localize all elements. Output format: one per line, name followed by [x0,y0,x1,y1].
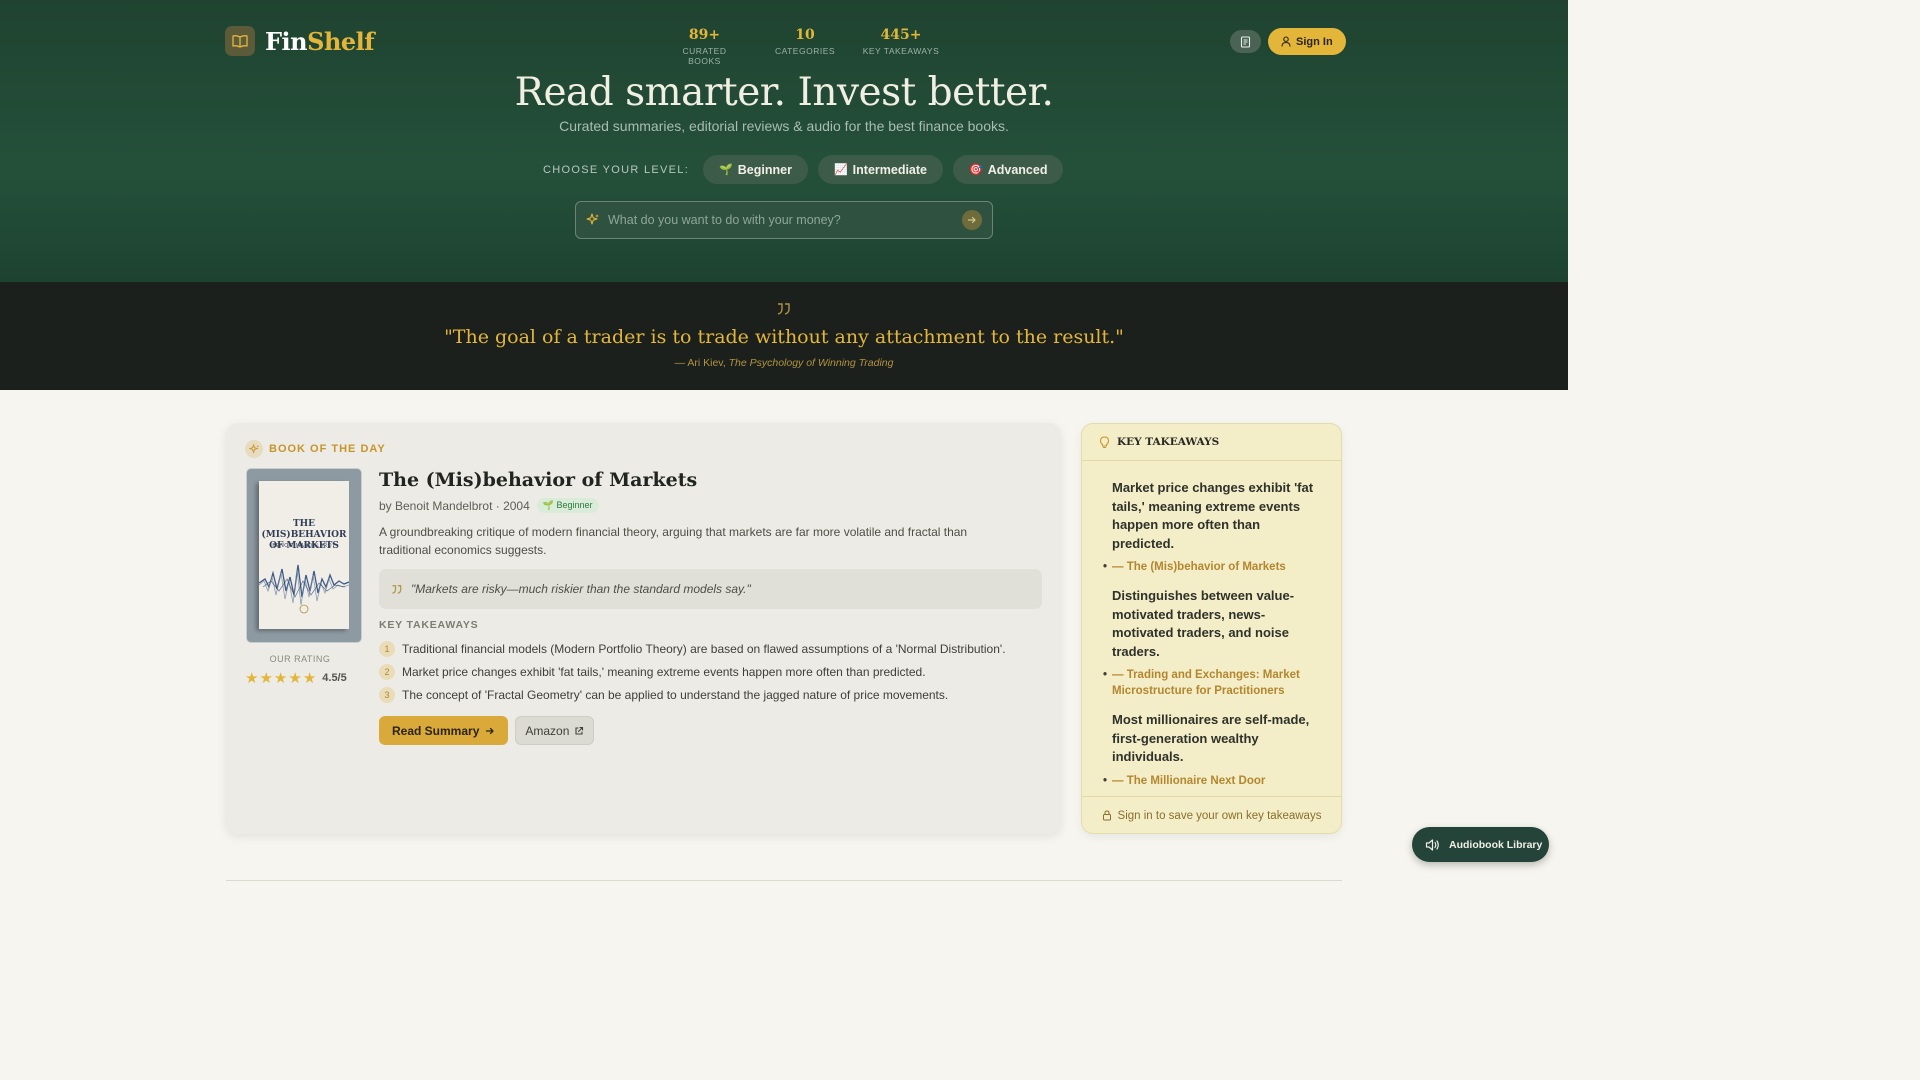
quote-text: "The goal of a trader is to trade withou… [444,326,1124,348]
stats-bar: 89+ CURATED BOOKS 10 CATEGORIES 445+ KEY… [666,27,943,66]
list-item: 1 Traditional financial models (Modern Po… [379,637,1006,660]
level-selector: CHOOSE YOUR LEVEL: 🌱 Beginner 📈 Intermedia… [543,155,1073,184]
level-label: CHOOSE YOUR LEVEL: [543,163,690,176]
book-quote-text: "Markets are risky—much riskier than the… [411,582,751,596]
book-meta: by Benoit Mandelbrot · 2004 🌱 Beginner [379,498,599,513]
star-rating: ★ ★ ★ ★ ★ 4.5/5 [245,669,347,687]
quote-attribution: — Ari Kiev, The Psychology of Winning Tr… [674,357,894,369]
notes-button[interactable] [1230,30,1261,53]
external-link-icon [575,726,584,735]
read-summary-button[interactable]: Read Summary [379,716,509,745]
chart-up-icon: 📈 [833,164,848,176]
target-icon: 🎯 [969,164,983,176]
level-beginner-button[interactable]: 🌱 Beginner [703,155,808,184]
lightbulb-icon [1099,435,1110,448]
audiobook-label: Audiobook Library [1449,838,1543,851]
section-divider [226,880,1342,881]
book-of-the-day-card: BOOK OF THE DAY THE (MIS)BEHAVIOR OF MAR… [226,423,1061,834]
arrow-right-icon [967,216,976,224]
list-item: 2 Market price changes exhibit 'fat tails… [379,660,1006,683]
level-advanced-button[interactable]: 🎯 Advanced [953,155,1064,184]
list-item: 3 The concept of 'Fractal Geometry' can b… [379,683,1006,706]
hero-section: FinShelf 89+ CURATED BOOKS 10 CATEGORIES… [0,0,1568,282]
logo[interactable]: FinShelf [225,26,375,56]
section-label: BOOK OF THE DAY [269,443,386,455]
sparkle-icon [586,213,599,225]
quote-icon [392,584,402,594]
notebook-icon [1240,35,1251,48]
sign-in-label: Sign In [1296,35,1333,48]
stat-takeaways: 445+ KEY TAKEAWAYS [862,27,940,56]
search-bar [575,201,993,239]
key-takeaways-panel: KEY TAKEAWAYS Market price changes exhib… [1081,423,1342,834]
sign-in-to-save-link[interactable]: Sign in to save your own key takeaways [1082,796,1341,834]
star-icon: ★ [273,670,288,687]
rating-label: OUR RATING [269,654,331,664]
star-icon: ★ [288,670,302,687]
rating-value: 4.5/5 [322,672,347,684]
seedling-icon: 🌱 [719,164,733,176]
lock-icon [1102,810,1111,821]
sign-in-button[interactable]: Sign In [1268,28,1346,55]
takeaway-source-link[interactable]: • — The Millionaire Next Door [1103,773,1322,789]
speaker-icon [1425,838,1439,851]
read-summary-label: Read Summary [392,723,480,738]
takeaway-source-link[interactable]: • — Trading and Exchanges: Market Microst… [1103,667,1322,699]
takeaways-feed: Market price changes exhibit 'fat tails,… [1103,479,1322,801]
book-quote: "Markets are risky—much riskier than the… [379,569,1042,609]
book-description: A groundbreaking critique of modern fina… [379,525,968,557]
level-intermediate-button[interactable]: 📈 Intermediate [817,155,944,184]
takeaways-label: KEY TAKEAWAYS [379,619,479,631]
star-icon: ★ [259,670,273,687]
amazon-label: Amazon [525,723,570,738]
list-item: Distinguishes between value-motivated tr… [1103,587,1322,699]
panel-title: KEY TAKEAWAYS [1117,436,1220,448]
quote-icon [777,303,790,315]
cover-art: THE (MIS)BEHAVIOR OF MARKETS BENOIT MAND… [259,481,349,629]
hero-subtitle: Curated summaries, editorial reviews & a… [559,118,1009,134]
list-item: Most millionaires are self-made, first-g… [1103,711,1322,789]
hero-title: Read smarter. Invest better. [514,70,1054,115]
list-item: Market price changes exhibit 'fat tails,… [1103,479,1322,575]
cover-author: BENOIT MANDELBROT [272,543,336,549]
fractal-wave-art [259,564,349,614]
star-icon: ★ [302,670,317,687]
book-cover[interactable]: THE (MIS)BEHAVIOR OF MARKETS BENOIT MAND… [246,468,362,643]
quote-banner: "The goal of a trader is to trade withou… [0,282,1568,390]
level-badge: 🌱 Beginner [536,498,599,513]
book-title[interactable]: The (Mis)behavior of Markets [379,469,697,491]
search-submit-button[interactable] [962,210,982,230]
search-input[interactable] [608,213,962,227]
brand-name: FinShelf [265,26,375,56]
star-icon: ★ [245,670,259,687]
audiobook-library-button[interactable]: Audiobook Library [1412,827,1549,862]
stat-books: 89+ CURATED BOOKS [682,27,727,66]
sparkle-icon [245,440,263,458]
amazon-button[interactable]: Amazon [515,716,595,745]
sign-in-to-save-label: Sign in to save your own key takeaways [1117,809,1322,822]
takeaway-source-link[interactable]: • — The (Mis)behavior of Markets [1103,559,1322,575]
stat-categories: 10 CATEGORIES [774,27,836,56]
book-author-year: by Benoit Mandelbrot · 2004 [379,498,530,513]
takeaways-list: 1 Traditional financial models (Modern Po… [379,637,1006,706]
arrow-right-icon [486,727,495,734]
user-icon [1281,36,1291,47]
book-open-icon [225,26,255,56]
